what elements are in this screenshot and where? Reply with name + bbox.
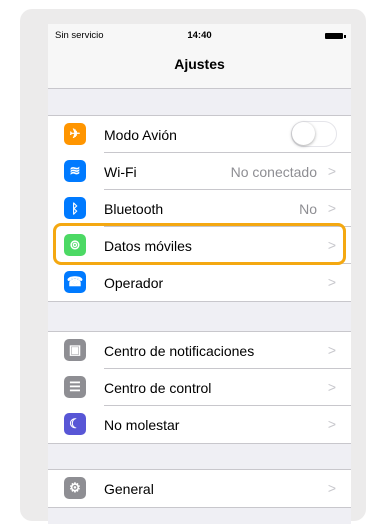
settings-row-wifi[interactable]: ≋ Wi-Fi No conectado > xyxy=(48,153,351,190)
toggle-knob xyxy=(292,122,315,145)
chevron-right-icon: > xyxy=(327,379,336,395)
chevron-right-icon: > xyxy=(327,163,336,179)
airplane-mode-toggle[interactable] xyxy=(291,121,337,147)
control-center-icon: ☰ xyxy=(64,376,86,398)
settings-row-control-center[interactable]: ☰ Centro de control > xyxy=(48,369,351,406)
settings-row-general[interactable]: ⚙ General > xyxy=(48,470,351,507)
wifi-icon: ≋ xyxy=(64,160,86,182)
moon-icon: ☾ xyxy=(64,413,86,435)
row-label: Bluetooth xyxy=(104,201,164,217)
settings-row-bluetooth[interactable]: ᛒ Bluetooth No > xyxy=(48,190,351,227)
bluetooth-icon: ᛒ xyxy=(64,197,86,219)
notifications-group: ▣ Centro de notificaciones > ☰ Centro de… xyxy=(48,331,351,444)
nav-bar: Ajustes xyxy=(48,44,351,89)
row-label: Centro de control xyxy=(104,380,212,396)
settings-row-airplane-mode[interactable]: ✈ Modo Avión xyxy=(48,116,351,153)
battery-icon xyxy=(325,33,346,39)
row-label: Modo Avión xyxy=(104,127,177,143)
chevron-right-icon: > xyxy=(327,274,336,290)
chevron-right-icon: > xyxy=(327,342,336,358)
cellular-icon: ⊚ xyxy=(64,234,86,256)
row-value: No conectado xyxy=(230,164,317,180)
settings-row-cellular-data[interactable]: ⊚ Datos móviles > xyxy=(48,227,351,264)
chevron-right-icon: > xyxy=(327,237,336,253)
settings-row-do-not-disturb[interactable]: ☾ No molestar > xyxy=(48,406,351,443)
gear-icon: ⚙ xyxy=(64,477,86,499)
row-value: No xyxy=(299,201,317,217)
settings-row-carrier[interactable]: ☎ Operador > xyxy=(48,264,351,301)
chevron-right-icon: > xyxy=(327,200,336,216)
row-label: Operador xyxy=(104,275,164,291)
settings-screen: Sin servicio 14:40 Ajustes ✈ Modo Avión … xyxy=(48,24,351,524)
clock: 14:40 xyxy=(187,30,212,41)
general-group: ⚙ General > xyxy=(48,469,351,508)
row-label: Wi-Fi xyxy=(104,164,137,180)
chevron-right-icon: > xyxy=(327,416,336,432)
chevron-right-icon: > xyxy=(327,480,336,496)
row-label: General xyxy=(104,481,154,497)
notifications-icon: ▣ xyxy=(64,339,86,361)
phone-icon: ☎ xyxy=(64,271,86,293)
connectivity-group: ✈ Modo Avión ≋ Wi-Fi No conectado > ᛒ Bl… xyxy=(48,115,351,302)
airplane-icon: ✈ xyxy=(64,123,86,145)
row-label: Datos móviles xyxy=(104,238,192,254)
status-bar: Sin servicio 14:40 xyxy=(48,24,351,44)
page-title: Ajustes xyxy=(174,56,225,72)
settings-row-notification-center[interactable]: ▣ Centro de notificaciones > xyxy=(48,332,351,369)
row-label: No molestar xyxy=(104,417,180,433)
row-label: Centro de notificaciones xyxy=(104,343,255,359)
